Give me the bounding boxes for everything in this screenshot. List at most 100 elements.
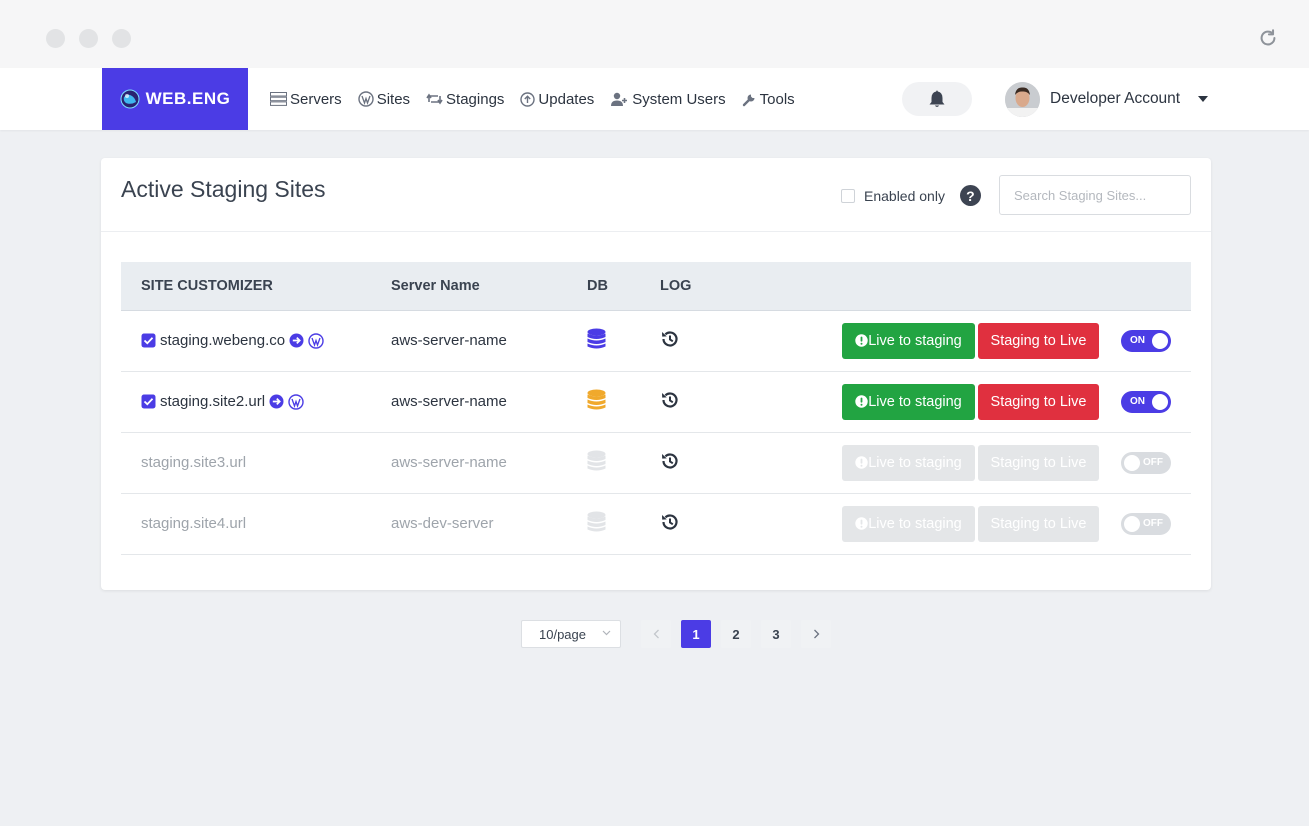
wordpress-icon[interactable] [308,332,324,349]
page-2-button[interactable]: 2 [721,620,751,648]
database-icon [587,511,606,531]
card-header: Active Staging Sites Enabled only ? [101,158,1211,232]
nav-sites[interactable]: Sites [357,90,411,108]
top-navbar: WEB.ENG Servers Sites Stagings Updates S… [0,68,1309,130]
nav-tools[interactable]: Tools [742,91,795,108]
prev-page-button[interactable] [641,620,671,648]
db-cell [587,493,660,555]
server-name: aws-dev-server [391,493,587,555]
nav-updates[interactable]: Updates [520,91,594,108]
help-icon[interactable]: ? [959,185,981,206]
nav-updates-label: Updates [538,90,595,108]
server-name: aws-server-name [391,371,587,433]
nav-stagings[interactable]: Stagings [426,91,504,108]
next-page-button[interactable] [801,620,831,648]
db-cell [587,371,660,433]
toggle-state-label: ON [1130,334,1145,346]
actions-cell: Live to staging Staging to Live OFF [750,432,1191,494]
table-row: staging.site4.url aws-dev-server Live to… [121,493,1191,555]
nav-servers-label: Servers [290,90,342,108]
history-icon[interactable] [660,329,680,349]
enabled-only-label: Enabled only [864,187,945,204]
reload-icon[interactable] [1257,27,1279,49]
server-icon [270,92,287,106]
site-cell: staging.site3.url [121,432,391,494]
live-to-staging-label: Live to staging [868,515,962,532]
staging-to-live-button[interactable]: Staging to Live [978,505,1099,542]
site-url[interactable]: staging.site2.url [160,393,265,410]
log-cell [660,371,750,433]
history-icon[interactable] [660,390,680,410]
toggle-knob [1152,332,1168,349]
wordpress-icon [357,91,374,107]
page-size-select[interactable]: 10/page [521,620,621,648]
caret-down-icon [1198,96,1209,102]
nav-sites-label: Sites [376,90,411,108]
history-icon[interactable] [660,512,680,532]
users-icon [611,92,628,106]
retweet-icon [426,93,443,105]
arrow-right-circle-icon[interactable] [289,333,304,348]
live-to-staging-button[interactable]: Live to staging [842,444,975,481]
page-size-value: 10/page [539,626,586,642]
live-to-staging-button[interactable]: Live to staging [842,383,975,420]
window-close-dot[interactable] [46,29,65,48]
site-cell: staging.webeng.co [121,310,391,372]
nav-servers[interactable]: Servers [270,91,342,108]
table-row: staging.webeng.co aws-server-name Live t… [121,310,1191,372]
col-server-name: Server Name [391,262,587,311]
toggle-state-label: OFF [1143,517,1163,529]
page-1-button[interactable]: 1 [681,620,711,648]
db-cell [587,310,660,372]
col-site-customizer: SITE CUSTOMIZER [121,262,391,311]
live-to-staging-button[interactable]: Live to staging [842,505,975,542]
checkbox-checked-icon[interactable] [141,394,156,409]
staging-sites-card: Active Staging Sites Enabled only ? SITE… [101,158,1211,590]
brand-name: WEB.ENG [145,89,231,108]
chevron-down-icon [602,630,611,636]
page-title: Active Staging Sites [121,176,326,202]
site-cell: staging.site4.url [121,493,391,555]
actions-cell: Live to staging Staging to Live ON [750,371,1191,433]
database-icon [587,389,606,409]
staging-to-live-button[interactable]: Staging to Live [978,322,1099,359]
window-minimize-dot[interactable] [79,29,98,48]
staging-to-live-button[interactable]: Staging to Live [978,383,1099,420]
toggle-knob [1152,393,1168,410]
enable-toggle[interactable]: OFF [1121,512,1171,535]
site-url[interactable]: staging.webeng.co [160,332,285,349]
enabled-only-filter: Enabled only ? [841,185,981,206]
chevron-left-icon [653,629,659,639]
notifications-button[interactable] [902,82,972,116]
brand-logo[interactable]: WEB.ENG [102,68,248,130]
live-to-staging-button[interactable]: Live to staging [842,322,975,359]
wrench-icon [742,94,755,106]
live-to-staging-label: Live to staging [868,393,962,410]
history-icon[interactable] [660,451,680,471]
window-maximize-dot[interactable] [112,29,131,48]
exclamation-circle-icon [855,395,868,408]
log-cell [660,310,750,372]
browser-chrome [0,0,1309,68]
staging-to-live-button[interactable]: Staging to Live [978,444,1099,481]
wordpress-icon[interactable] [288,393,304,410]
toggle-state-label: OFF [1143,456,1163,468]
enable-toggle[interactable]: ON [1121,390,1171,413]
search-input[interactable] [999,175,1191,215]
enabled-only-checkbox[interactable] [841,188,855,203]
user-photo [1005,81,1040,117]
enable-toggle[interactable]: ON [1121,329,1171,352]
col-db: DB [587,262,660,311]
arrow-right-circle-icon[interactable] [269,394,284,409]
enable-toggle[interactable]: OFF [1121,451,1171,474]
database-icon [587,328,606,348]
nav-system-users[interactable]: System Users [610,91,726,108]
exclamation-circle-icon [855,456,868,469]
page-3-button[interactable]: 3 [761,620,791,648]
checkbox-checked-icon[interactable] [141,333,156,348]
table-row: staging.site2.url aws-server-name Live t… [121,371,1191,433]
account-menu[interactable]: Developer Account [1005,81,1209,117]
database-icon [587,450,606,470]
db-cell [587,432,660,494]
arrow-up-circle-icon [520,91,536,107]
